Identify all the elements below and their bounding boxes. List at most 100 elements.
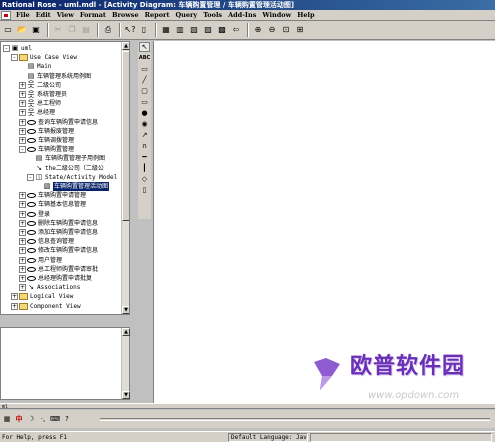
chinese-input-icon[interactable]: 中 — [14, 414, 24, 424]
tree-item[interactable]: + 车辆报废管理 — [19, 127, 74, 136]
expand-icon[interactable]: + — [19, 284, 26, 292]
menu-query[interactable]: Query — [172, 11, 200, 19]
tree-item[interactable]: ▤ 车辆购置管理子用例图 — [27, 154, 105, 163]
browse-interaction-icon[interactable]: ▥ — [174, 23, 186, 37]
expand-icon[interactable]: + — [19, 100, 26, 108]
view-doc-icon[interactable]: ▯ — [138, 23, 150, 37]
menu-add-ins[interactable]: Add-Ins — [225, 11, 259, 19]
tree-item[interactable]: + 用户管理 — [19, 256, 62, 265]
tree-item[interactable]: ↘ the二级公司（二级公 — [27, 164, 104, 173]
expand-icon[interactable]: + — [19, 229, 26, 236]
new-icon[interactable]: ▭ — [2, 23, 14, 37]
window-title-bar[interactable]: Rational Rose - uml.mdl - [Activity Diag… — [0, 0, 495, 10]
collapse-icon[interactable]: - — [3, 45, 10, 52]
copy-icon[interactable]: ❐ — [66, 23, 78, 37]
document-system-menu-icon[interactable] — [1, 10, 11, 20]
note-icon[interactable]: ▭ — [139, 64, 150, 74]
collapse-icon[interactable]: - — [11, 54, 18, 62]
menu-report[interactable]: Report — [142, 11, 173, 19]
expand-icon[interactable]: + — [19, 219, 26, 227]
expand-icon[interactable]: + — [19, 201, 26, 209]
keyboard-icon[interactable]: ⌨ — [50, 414, 60, 424]
dock-icon[interactable]: ▦ — [2, 414, 12, 424]
scroll-up-arrow-icon[interactable]: ▲ — [122, 42, 129, 50]
tree-item[interactable]: - Use Case View — [11, 53, 77, 62]
help-icon[interactable]: ? — [62, 414, 72, 424]
end-state-icon[interactable]: ◉ — [139, 119, 150, 129]
menu-format[interactable]: Format — [77, 11, 109, 19]
text-box-icon[interactable]: ABC — [139, 53, 150, 63]
documentation-vertical-scrollbar[interactable]: ▲ ▼ — [121, 328, 130, 399]
menu-help[interactable]: Help — [294, 11, 317, 19]
expand-icon[interactable]: + — [19, 247, 26, 255]
expand-icon[interactable]: + — [19, 127, 26, 135]
menu-browse[interactable]: Browse — [109, 11, 142, 19]
browse-previous-icon[interactable]: ⇦ — [230, 23, 242, 37]
self-transition-icon[interactable]: ∩ — [139, 141, 150, 151]
paste-icon[interactable]: ▤ — [80, 23, 92, 37]
expand-icon[interactable]: + — [19, 137, 26, 144]
tree-item[interactable]: ▤ 车辆管理系统用例图 — [19, 72, 91, 81]
tree-item[interactable]: + 总经理购置申请批复 — [19, 274, 92, 283]
browse-component-icon[interactable]: ▧ — [188, 23, 200, 37]
swimlane-icon[interactable]: ▯ — [139, 185, 150, 195]
activity-icon[interactable]: ▢ — [139, 86, 150, 96]
state-icon[interactable]: ▭ — [139, 97, 150, 107]
tree-item[interactable]: + 信息查询管理 — [19, 237, 74, 246]
expand-icon[interactable]: + — [19, 210, 26, 218]
expand-icon[interactable]: + — [19, 238, 26, 246]
tree-item[interactable]: + 总工程师购置申请审批 — [19, 265, 98, 274]
print-icon[interactable]: ⎙ — [102, 23, 114, 37]
vertical-sync-icon[interactable]: ┃ — [139, 163, 150, 173]
browse-parent-icon[interactable]: ▩ — [216, 23, 228, 37]
open-icon[interactable]: 📂 — [16, 23, 28, 37]
tree-item[interactable]: + 웃 总经理 — [19, 108, 55, 117]
tree-item[interactable]: + 添加车辆购置申请信息 — [19, 228, 98, 237]
cut-icon[interactable]: ✂ — [52, 23, 64, 37]
zoom-in-icon[interactable]: ⊕ — [252, 23, 264, 37]
save-icon[interactable]: ▣ — [30, 23, 42, 37]
tree-item[interactable]: + 웃 二级公司 — [19, 81, 61, 90]
documentation-pane[interactable]: ▲ ▼ — [0, 327, 130, 400]
tree-item[interactable]: + 车辆基本信息管理 — [19, 200, 86, 209]
horizontal-sync-icon[interactable]: ━ — [139, 152, 150, 162]
fit-window-icon[interactable]: ⊡ — [280, 23, 292, 37]
expand-icon[interactable]: + — [19, 81, 26, 89]
browse-class-icon[interactable]: ▦ — [160, 23, 172, 37]
tree-item[interactable]: + 车辆调拨管理 — [19, 136, 74, 145]
scroll-up-arrow-icon[interactable]: ▲ — [122, 328, 130, 336]
zoom-out-icon[interactable]: ⊖ — [266, 23, 278, 37]
expand-icon[interactable]: + — [19, 265, 26, 273]
punctuation-icon[interactable]: ·, — [38, 414, 48, 424]
undo-fit-icon[interactable]: ⊞ — [294, 23, 306, 37]
menu-view[interactable]: View — [54, 11, 77, 19]
transition-icon[interactable]: ↗ — [139, 130, 150, 140]
tree-item[interactable]: - ▣ uml — [3, 44, 32, 53]
tree-item[interactable]: + 웃 总工程师 — [19, 99, 61, 108]
context-help-icon[interactable]: ↖? — [124, 23, 136, 37]
tree-item[interactable]: - ◫ State/Activity Model — [27, 173, 117, 182]
tree-item[interactable]: ▧ 车辆购置管理活动图 — [35, 182, 110, 191]
browse-deployment-icon[interactable]: ▨ — [202, 23, 214, 37]
tree-item[interactable]: + 删除车辆购置申请信息 — [19, 219, 98, 228]
scroll-down-arrow-icon[interactable]: ▼ — [122, 306, 129, 314]
collapse-icon[interactable]: - — [19, 146, 26, 154]
expand-icon[interactable]: + — [19, 109, 26, 117]
scroll-thumb[interactable] — [122, 51, 129, 221]
model-browser[interactable]: - ▣ uml - Use Case View ▤ Main ▤ 车辆管理系统用例图 + 웃 二级公司… — [0, 41, 130, 315]
menu-file[interactable]: File — [13, 11, 33, 19]
half-width-moon-icon[interactable]: ☽ — [26, 414, 36, 424]
decision-icon[interactable]: ◇ — [139, 174, 150, 184]
tree-item[interactable]: + 查询车辆购置申请信息 — [19, 118, 98, 127]
tree-item[interactable]: + 웃 系统管理员 — [19, 90, 67, 99]
expand-icon[interactable]: + — [11, 302, 18, 310]
start-state-icon[interactable]: ● — [139, 108, 150, 118]
tree-item[interactable]: - 车辆购置管理 — [19, 145, 74, 154]
menu-edit[interactable]: Edit — [33, 11, 54, 19]
menu-tools[interactable]: Tools — [200, 11, 225, 19]
scroll-down-arrow-icon[interactable]: ▼ — [122, 391, 130, 399]
tree-item[interactable]: + Logical View — [11, 292, 73, 301]
log-splitter[interactable] — [0, 403, 495, 409]
tree-item[interactable]: + Component View — [11, 302, 81, 311]
browser-vertical-scrollbar[interactable]: ▲ ▼ — [121, 42, 129, 314]
